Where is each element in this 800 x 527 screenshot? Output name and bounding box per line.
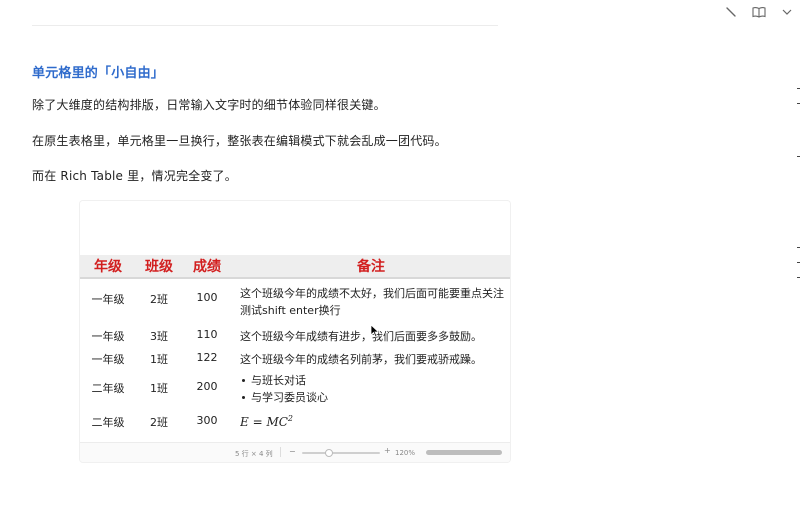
cell-score[interactable]: 200 bbox=[182, 380, 232, 393]
zoom-slider-handle[interactable] bbox=[325, 449, 334, 457]
table-row: 二年级 1班 200 与班长对话 与学习委员谈心 bbox=[80, 368, 510, 408]
list-item: 与学习委员谈心 bbox=[240, 389, 510, 406]
list-item-text: 与班长对话 bbox=[251, 374, 306, 387]
cell-class[interactable]: 2班 bbox=[136, 414, 182, 430]
paragraph-3: 而在 Rich Table 里，情况完全变了。 bbox=[32, 169, 237, 183]
cell-grade[interactable]: 二年级 bbox=[80, 380, 136, 396]
cell-score[interactable]: 122 bbox=[182, 351, 232, 364]
edit-icon[interactable] bbox=[724, 5, 738, 19]
header-class[interactable]: 班级 bbox=[136, 255, 182, 279]
note-line: 测试shift enter换行 bbox=[240, 304, 341, 317]
cell-note[interactable]: E = MC2 bbox=[240, 414, 510, 429]
table-footer: 5 行 × 4 列 − + 120% bbox=[80, 442, 510, 462]
footer-divider bbox=[280, 447, 281, 457]
cell-grade[interactable]: 一年级 bbox=[80, 328, 136, 344]
cell-class[interactable]: 1班 bbox=[136, 380, 182, 396]
formula-exponent: 2 bbox=[287, 414, 294, 423]
cell-score[interactable]: 110 bbox=[182, 328, 232, 341]
cell-note[interactable]: 这个班级今年的成绩名列前茅，我们要戒骄戒躁。 bbox=[240, 351, 510, 367]
mouse-cursor-icon bbox=[370, 324, 380, 338]
table-row: 二年级 2班 300 E = MC2 bbox=[80, 408, 510, 434]
cell-grade[interactable]: 二年级 bbox=[80, 414, 136, 430]
list-item: 与班长对话 bbox=[240, 372, 510, 389]
top-divider bbox=[32, 25, 498, 26]
table-row: 一年级 2班 100 这个班级今年的成绩不太好，我们后面可能要重点关注 测试sh… bbox=[80, 279, 510, 323]
zoom-out-button[interactable]: − bbox=[289, 447, 296, 456]
rich-table: 年级 班级 成绩 备注 一年级 2班 100 这个班级今年的成绩不太好，我们后面… bbox=[80, 255, 510, 434]
zoom-in-button[interactable]: + bbox=[384, 446, 391, 455]
table-dimensions: 5 行 × 4 列 bbox=[235, 450, 273, 458]
rich-table-embed: 年级 班级 成绩 备注 一年级 2班 100 这个班级今年的成绩不太好，我们后面… bbox=[80, 201, 510, 462]
cell-class[interactable]: 2班 bbox=[136, 291, 182, 307]
cell-grade[interactable]: 一年级 bbox=[80, 351, 136, 367]
formula-base: E = MC bbox=[240, 415, 288, 429]
zoom-level: 120% bbox=[395, 449, 416, 457]
book-icon[interactable] bbox=[752, 5, 766, 19]
cell-score[interactable]: 300 bbox=[182, 414, 232, 427]
cell-note[interactable]: 这个班级今年的成绩不太好，我们后面可能要重点关注 测试shift enter换行 bbox=[240, 285, 510, 319]
math-formula: E = MC2 bbox=[240, 414, 294, 429]
cell-note[interactable]: 与班长对话 与学习委员谈心 bbox=[240, 372, 510, 406]
embed-header-area bbox=[80, 201, 510, 255]
chevron-down-icon[interactable] bbox=[780, 5, 794, 19]
paragraph-1: 除了大维度的结构排版，日常输入文字时的细节体验同样很关键。 bbox=[32, 98, 386, 112]
cell-score[interactable]: 100 bbox=[182, 291, 232, 304]
bullet-icon bbox=[242, 378, 245, 382]
cell-grade[interactable]: 一年级 bbox=[80, 291, 136, 307]
note-line: 这个班级今年的成绩不太好，我们后面可能要重点关注 bbox=[240, 287, 504, 300]
bullet-icon bbox=[242, 395, 245, 399]
paragraph-2: 在原生表格里，单元格里一旦换行，整张表在编辑模式下就会乱成一团代码。 bbox=[32, 134, 447, 148]
horizontal-scrollbar[interactable] bbox=[426, 450, 502, 455]
header-note[interactable]: 备注 bbox=[232, 255, 510, 279]
header-score[interactable]: 成绩 bbox=[182, 255, 232, 279]
zoom-slider[interactable] bbox=[302, 449, 380, 457]
table-row: 一年级 1班 122 这个班级今年的成绩名列前茅，我们要戒骄戒躁。 bbox=[80, 346, 510, 368]
section-title: 单元格里的「小自由」 bbox=[32, 66, 165, 81]
cell-class[interactable]: 1班 bbox=[136, 351, 182, 367]
header-grade[interactable]: 年级 bbox=[80, 255, 136, 279]
list-item-text: 与学习委员谈心 bbox=[251, 391, 328, 404]
table-row: 一年级 3班 110 这个班级今年成绩有进步，我们后面要多多鼓励。 bbox=[80, 323, 510, 346]
cell-class[interactable]: 3班 bbox=[136, 328, 182, 344]
table-header-row: 年级 班级 成绩 备注 bbox=[80, 255, 510, 279]
top-toolbar bbox=[700, 0, 800, 24]
